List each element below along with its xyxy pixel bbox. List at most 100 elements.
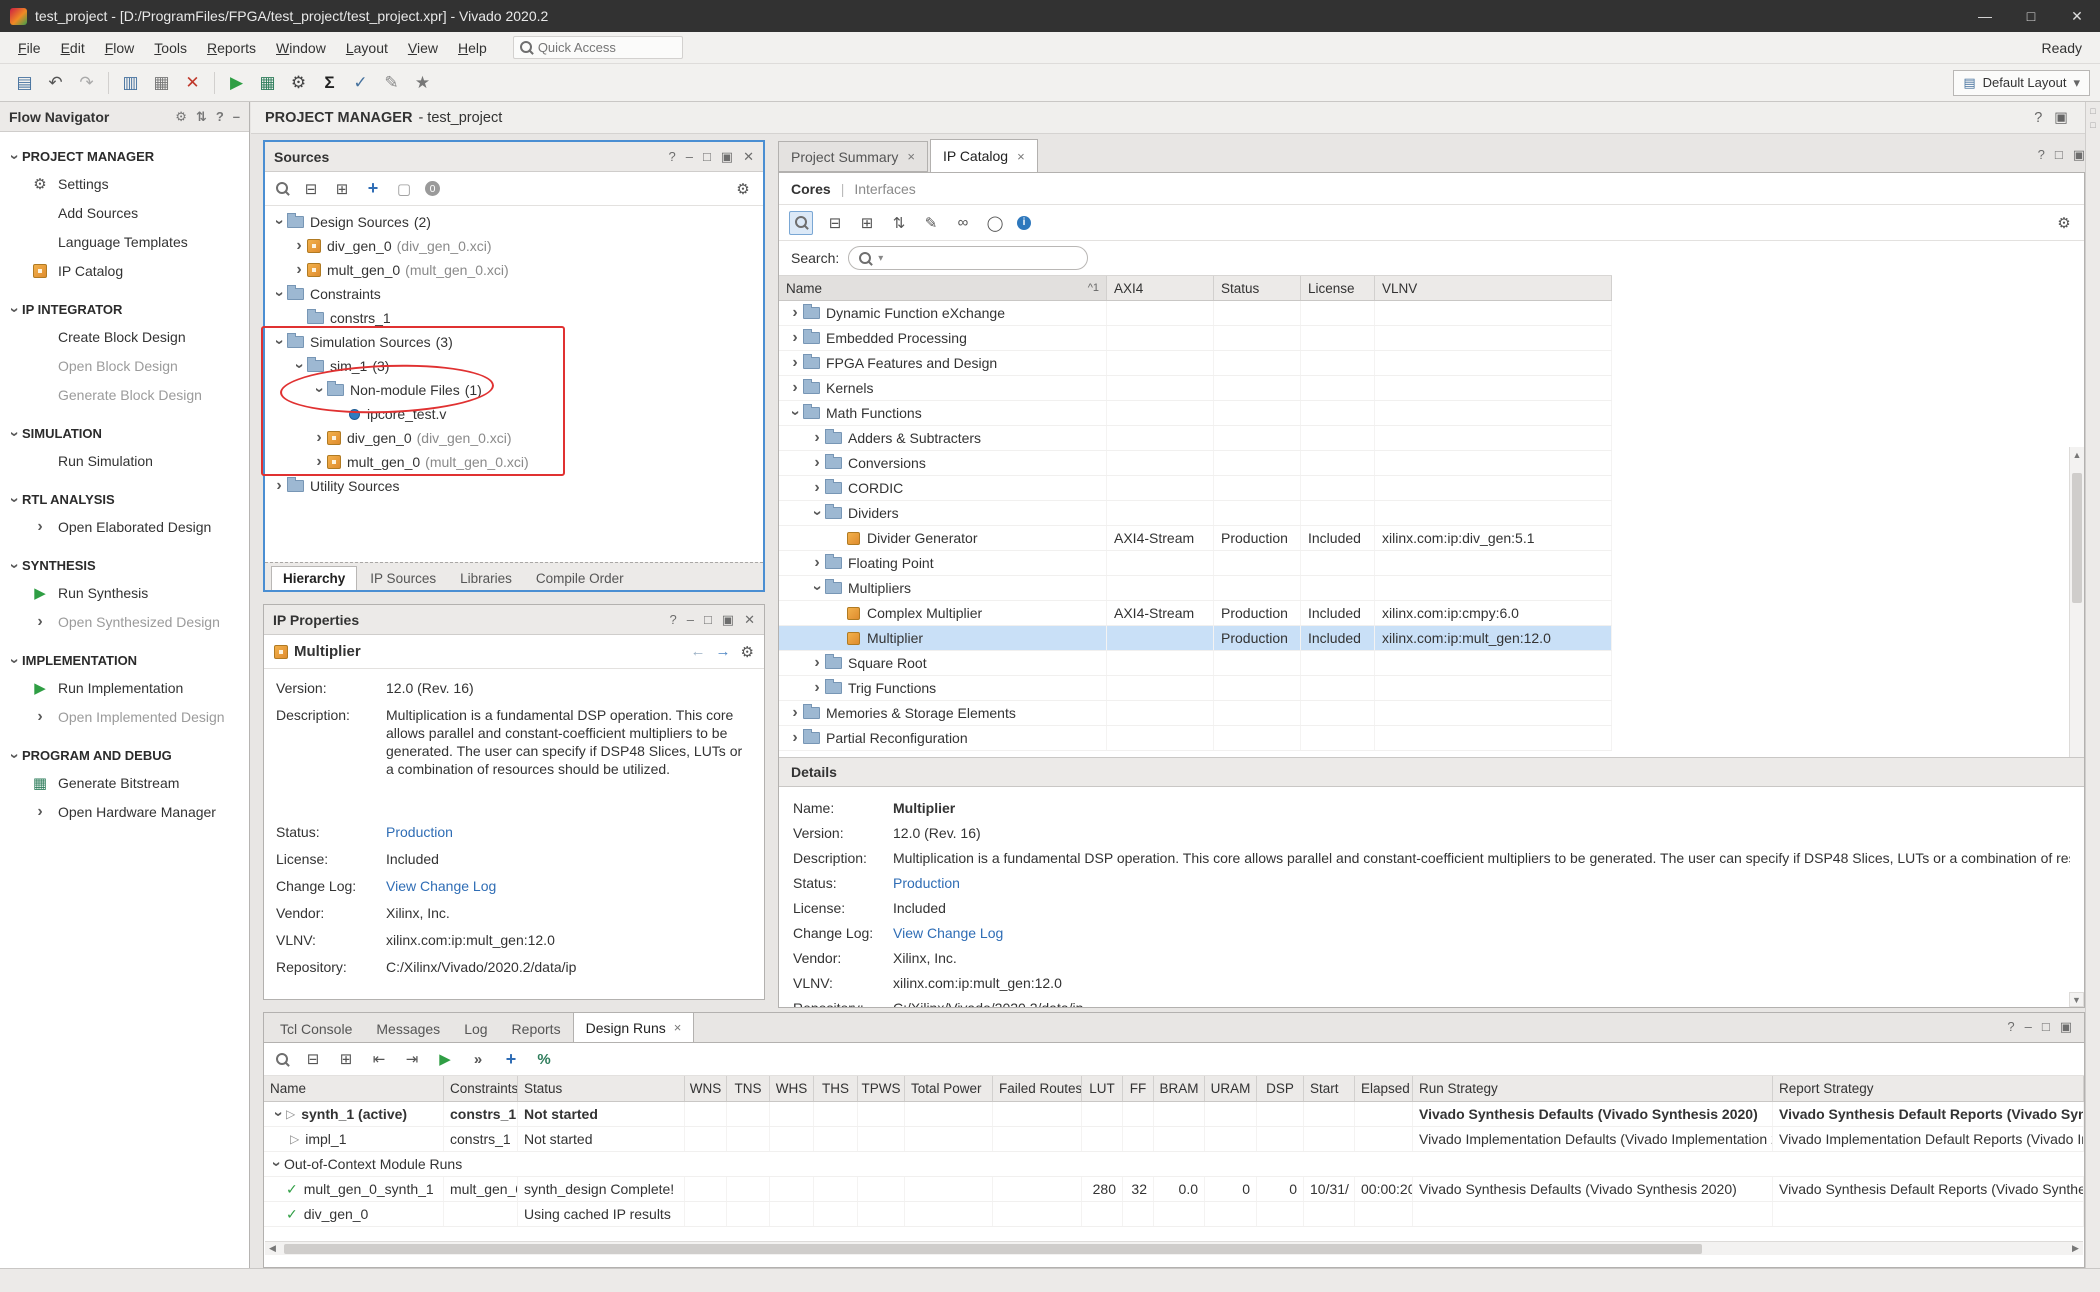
column-header[interactable]: Total Power [905,1076,993,1101]
run-icon[interactable]: ▶ [222,68,251,97]
chevron-right-icon[interactable]: › [787,330,803,346]
nav-item-open-hardware-manager[interactable]: ›Open Hardware Manager [0,797,249,826]
column-header[interactable]: URAM [1205,1076,1257,1101]
column-header[interactable]: WHS [770,1076,814,1101]
change-log-link[interactable]: View Change Log [386,877,752,895]
minimize-icon[interactable]: – [686,149,693,165]
wand-icon[interactable]: ★ [408,68,437,97]
nav-item-run-synthesis[interactable]: ▶Run Synthesis [0,578,249,607]
catalog-row[interactable]: ›Dividers [779,501,1612,526]
nav-item-language-templates[interactable]: Language Templates [0,227,249,256]
chevron-right-icon[interactable]: › [809,655,825,671]
close-icon[interactable]: ✕ [743,149,754,165]
group-icon[interactable]: ⇅ [889,213,909,233]
column-header[interactable]: BRAM [1154,1076,1205,1101]
chevron-right-icon[interactable]: › [809,430,825,446]
info-icon[interactable]: i [1017,216,1031,230]
help-icon[interactable]: ? [2034,110,2042,126]
column-header-axi4[interactable]: AXI4 [1107,276,1214,300]
float-icon[interactable]: ▣ [2054,110,2068,126]
catalog-row[interactable]: ›Conversions [779,451,1612,476]
section-project-manager[interactable]: ›PROJECT MANAGER [0,144,249,169]
tree-item-sim-1[interactable]: ›sim_1(3) [265,354,763,378]
file-icon[interactable]: ▢ [394,179,414,199]
catalog-row-complex-multiplier[interactable]: Complex MultiplierAXI4-StreamProductionI… [779,601,1612,626]
dashboard-icon[interactable]: ▦ [253,68,282,97]
tab-compile-order[interactable]: Compile Order [525,566,635,590]
tree-item-design-sources[interactable]: ›Design Sources(2) [265,210,763,234]
column-header[interactable]: Elapsed [1355,1076,1413,1101]
column-header[interactable]: Start [1304,1076,1355,1101]
column-header[interactable]: DSP [1257,1076,1304,1101]
chevron-right-icon[interactable]: › [809,680,825,696]
tab-tcl-console[interactable]: Tcl Console [268,1016,364,1042]
subtab-interfaces[interactable]: Interfaces [854,181,915,197]
chevron-down-icon[interactable]: › [6,426,22,442]
chevron-right-icon[interactable]: › [787,355,803,371]
link-icon[interactable]: ∞ [953,213,973,233]
menu-help[interactable]: Help [448,35,497,61]
collapse-all-icon[interactable]: ⊟ [301,179,321,199]
tree-item-simulation-sources[interactable]: ›Simulation Sources(3) [265,330,763,354]
chevron-right-icon[interactable]: › [787,730,803,746]
chevron-right-icon[interactable]: › [809,555,825,571]
nav-item-settings[interactable]: ⚙Settings [0,169,249,198]
chevron-right-icon[interactable]: › [32,614,48,630]
chevron-right-icon[interactable]: › [311,430,327,446]
catalog-row[interactable]: ›Adders & Subtracters [779,426,1612,451]
chevron-down-icon[interactable]: › [291,358,307,374]
tree-item-sim-mult-gen[interactable]: ›mult_gen_0(mult_gen_0.xci) [265,450,763,474]
maximize-window-button[interactable]: □ [2008,0,2054,32]
chevron-down-icon[interactable]: › [271,334,287,350]
expand-all-icon[interactable]: ⊞ [336,1049,356,1069]
tree-item-ipcore-test[interactable]: ipcore_test.v [265,402,763,426]
expand-all-icon[interactable]: ⊞ [857,213,877,233]
horizontal-scrollbar[interactable]: ◀ ▶ [265,1241,2083,1255]
chevron-right-icon[interactable]: › [32,804,48,820]
back-arrow-icon[interactable]: ← [691,643,706,661]
help-icon[interactable]: ? [668,149,675,165]
chevron-right-icon[interactable]: › [809,480,825,496]
scrollbar-thumb[interactable] [284,1244,1702,1254]
edit-icon[interactable]: ✎ [377,68,406,97]
close-icon[interactable]: × [674,1020,682,1035]
chevron-right-icon[interactable]: › [291,262,307,278]
chevron-down-icon[interactable]: › [6,653,22,669]
chevron-down-icon[interactable]: › [270,1106,286,1122]
chevron-down-icon[interactable]: › [6,558,22,574]
forward-arrow-icon[interactable]: → [716,643,731,661]
copy-icon[interactable]: ▦ [147,68,176,97]
menu-tools[interactable]: Tools [144,35,197,61]
menu-edit[interactable]: Edit [51,35,95,61]
catalog-row[interactable]: ›Kernels [779,376,1612,401]
column-header[interactable]: Failed Routes [993,1076,1082,1101]
launch-runs-icon[interactable]: ▶ [435,1049,455,1069]
chevron-down-icon[interactable]: › [787,405,803,421]
minimize-icon[interactable]: – [687,612,694,628]
add-sources-icon[interactable]: + [363,179,383,199]
column-header-vlnv[interactable]: VLNV [1375,276,1612,300]
chevron-down-icon[interactable]: › [809,580,825,596]
tree-item-sim-div-gen[interactable]: ›div_gen_0(div_gen_0.xci) [265,426,763,450]
column-header[interactable]: TPWS [858,1076,905,1101]
chevron-down-icon[interactable]: › [271,286,287,302]
tab-log[interactable]: Log [452,1016,499,1042]
catalog-row[interactable]: ›Memories & Storage Elements [779,701,1612,726]
tree-item-constrs-1[interactable]: constrs_1 [265,306,763,330]
nav-item-add-sources[interactable]: Add Sources [0,198,249,227]
scrollbar-thumb[interactable] [2072,473,2082,603]
chevron-down-icon[interactable]: › [268,1156,284,1172]
chevron-right-icon[interactable]: › [787,705,803,721]
column-header[interactable]: FF [1123,1076,1154,1101]
scroll-down-icon[interactable]: ▼ [2069,992,2084,1007]
skip-to-start-icon[interactable]: ⇤ [369,1049,389,1069]
catalog-search-input[interactable] [888,251,1048,266]
help-icon[interactable]: ? [669,612,676,628]
section-rtl-analysis[interactable]: ›RTL ANALYSIS [0,487,249,512]
search-icon[interactable] [275,181,290,196]
column-header-license[interactable]: License [1301,276,1375,300]
tab-hierarchy[interactable]: Hierarchy [271,566,357,590]
nav-item-generate-block-design[interactable]: Generate Block Design [0,380,249,409]
quick-access-input[interactable] [538,40,658,55]
catalog-search-box[interactable]: ▾ [848,246,1088,270]
